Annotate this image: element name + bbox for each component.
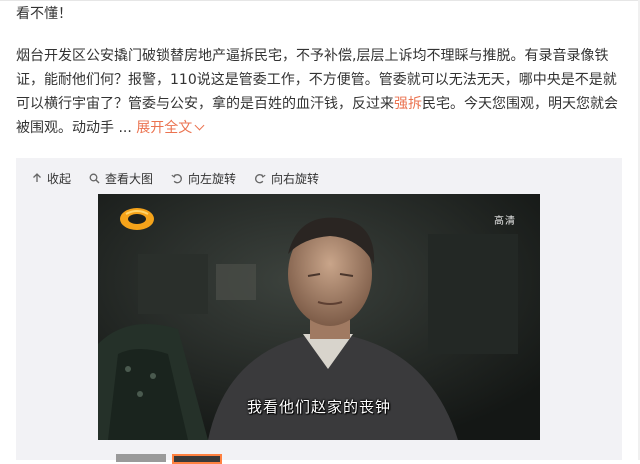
- image-toolbar: 收起 查看大图 向左旋转 向右旋转: [32, 168, 319, 188]
- media-expanded-panel: 收起 查看大图 向左旋转 向右旋转 高清 我看他们赵家的丧钟: [16, 158, 622, 464]
- collapse-button[interactable]: 收起: [32, 170, 71, 187]
- top-border: [0, 0, 640, 1]
- arrow-up-icon: [33, 173, 41, 182]
- hd-badge: 高清: [494, 216, 516, 227]
- view-large-label: 查看大图: [105, 171, 154, 186]
- rotate-right-button[interactable]: 向右旋转: [254, 170, 319, 187]
- highlight-keyword[interactable]: 强拆: [394, 96, 422, 112]
- post-heading: 看不懂！: [16, 6, 72, 22]
- video-subtitle: 我看他们赵家的丧钟: [246, 398, 391, 416]
- expand-full-text-link[interactable]: 展开全文: [136, 120, 205, 136]
- video-still-image[interactable]: 高清 我看他们赵家的丧钟: [98, 194, 540, 440]
- rotate-left-icon: [171, 173, 182, 183]
- rotate-left-button[interactable]: 向左旋转: [171, 170, 236, 187]
- view-large-image-button[interactable]: 查看大图: [89, 170, 153, 187]
- magnifier-icon: [89, 173, 100, 183]
- thumbnail[interactable]: [116, 454, 166, 462]
- collapse-label: 收起: [47, 171, 72, 186]
- chevron-down-icon: [194, 120, 205, 131]
- rotate-right-icon: [255, 173, 266, 183]
- thumbnail-selected[interactable]: [172, 454, 222, 464]
- ellipsis: ...: [118, 120, 132, 136]
- expand-label: 展开全文: [136, 120, 193, 136]
- thumbnail-strip: [116, 454, 222, 464]
- channel-logo-icon: [120, 208, 154, 230]
- rotate-left-label: 向左旋转: [188, 171, 237, 186]
- rotate-right-label: 向右旋转: [271, 171, 320, 186]
- post-text: 烟台开发区公安撬门破锁替房地产逼拆民宅，不予补偿,层层上诉均不理睬与推脱。有录音…: [16, 44, 626, 140]
